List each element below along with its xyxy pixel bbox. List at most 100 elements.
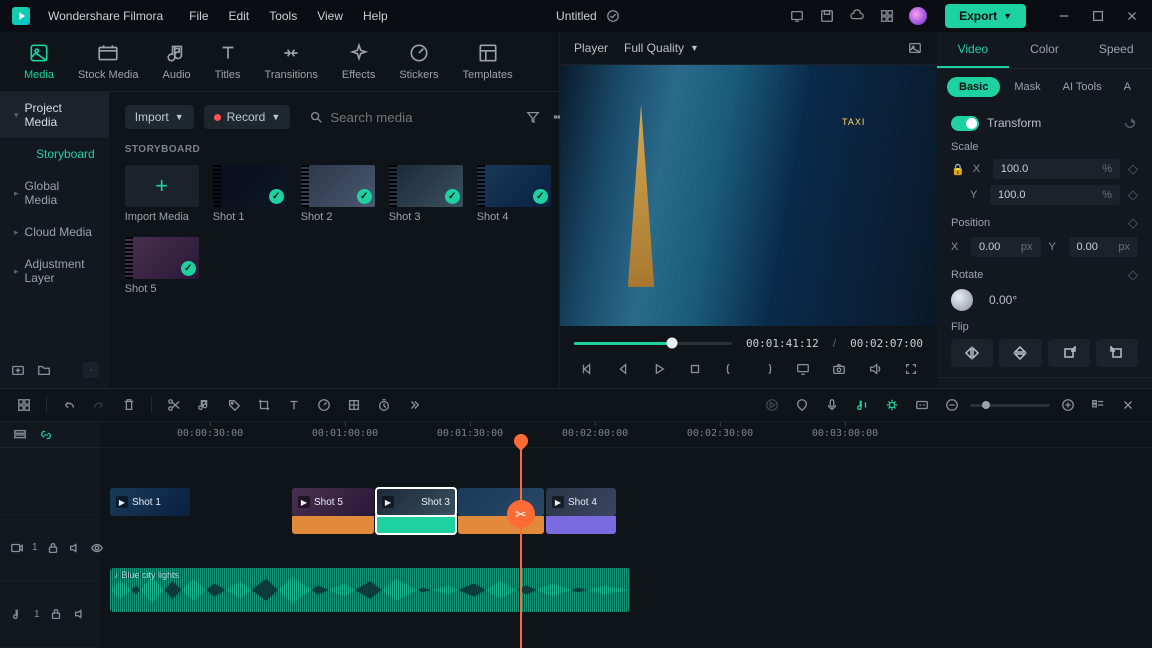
timeline-ruler[interactable]: 00:00:30:00 00:01:00:00 00:01:30:00 00:0… bbox=[100, 422, 1152, 448]
rotate-value[interactable]: 0.00° bbox=[989, 293, 1017, 307]
maximize-icon[interactable] bbox=[1090, 8, 1106, 24]
keyframe-icon[interactable]: ◇ bbox=[1128, 187, 1138, 203]
caption-icon[interactable] bbox=[914, 397, 930, 413]
clip-shot-1[interactable]: ▶Shot 1 bbox=[110, 488, 190, 516]
pos-y-input[interactable]: 0.00px bbox=[1069, 237, 1139, 257]
user-avatar[interactable] bbox=[909, 7, 927, 25]
play-icon[interactable] bbox=[650, 360, 668, 378]
more-tools-icon[interactable] bbox=[406, 397, 422, 413]
save-icon[interactable] bbox=[819, 8, 835, 24]
stop-icon[interactable] bbox=[686, 360, 704, 378]
scrub-bar[interactable] bbox=[574, 342, 732, 345]
layout-icon[interactable] bbox=[16, 397, 32, 413]
tab-titles[interactable]: Titles bbox=[215, 42, 241, 81]
text-icon[interactable] bbox=[286, 397, 302, 413]
tab-transitions[interactable]: Transitions bbox=[265, 42, 318, 81]
close-icon[interactable] bbox=[1124, 8, 1140, 24]
menu-help[interactable]: Help bbox=[363, 9, 388, 23]
shot-4[interactable]: Shot 4 bbox=[477, 165, 551, 223]
prev-frame-icon[interactable] bbox=[578, 360, 596, 378]
clip-shot-4[interactable]: ▶Shot 4 bbox=[546, 488, 616, 516]
filter-icon[interactable] bbox=[525, 109, 541, 125]
menu-view[interactable]: View bbox=[317, 9, 343, 23]
subtab-ai-tools[interactable]: AI Tools bbox=[1055, 77, 1110, 97]
quality-select[interactable]: Full Quality▼ bbox=[624, 41, 699, 55]
redo-icon[interactable] bbox=[91, 397, 107, 413]
camera-icon[interactable] bbox=[830, 360, 848, 378]
view-mode-icon[interactable] bbox=[1090, 397, 1106, 413]
delete-icon[interactable] bbox=[121, 397, 137, 413]
pos-x-input[interactable]: 0.00px bbox=[971, 237, 1041, 257]
new-folder-icon[interactable] bbox=[36, 362, 52, 378]
audio-clip[interactable]: ♪Blue city lights bbox=[110, 568, 630, 612]
shot-3[interactable]: Shot 3 bbox=[389, 165, 463, 223]
clip-shot-5[interactable]: ▶Shot 5 bbox=[292, 488, 374, 516]
subtab-basic[interactable]: Basic bbox=[947, 77, 1000, 97]
scale-x-input[interactable]: 100.0% bbox=[993, 159, 1120, 179]
flip-vertical-button[interactable] bbox=[999, 339, 1041, 367]
ai-icon[interactable] bbox=[884, 397, 900, 413]
play-backward-icon[interactable] bbox=[614, 360, 632, 378]
shot-5[interactable]: Shot 5 bbox=[125, 237, 199, 295]
search-input[interactable] bbox=[330, 110, 507, 125]
undo-icon[interactable] bbox=[61, 397, 77, 413]
sidebar-global-media[interactable]: ▸Global Media bbox=[0, 170, 109, 216]
color-icon[interactable] bbox=[346, 397, 362, 413]
tab-audio[interactable]: Audio bbox=[163, 42, 191, 81]
video-preview[interactable] bbox=[560, 65, 937, 326]
subtab-mask[interactable]: Mask bbox=[1006, 77, 1048, 97]
tab-video[interactable]: Video bbox=[937, 32, 1009, 68]
sidebar-adjustment-layer[interactable]: ▸Adjustment Layer bbox=[0, 248, 109, 294]
import-media-tile[interactable]: Import Media bbox=[125, 165, 199, 223]
grid-icon[interactable] bbox=[879, 8, 895, 24]
tab-color[interactable]: Color bbox=[1009, 32, 1081, 68]
cloud-upload-icon[interactable] bbox=[849, 8, 865, 24]
tab-media[interactable]: Media bbox=[24, 42, 54, 81]
zoom-out-icon[interactable] bbox=[944, 397, 960, 413]
volume-icon[interactable] bbox=[866, 360, 884, 378]
tab-stickers[interactable]: Stickers bbox=[399, 42, 438, 81]
rotate-dial[interactable] bbox=[951, 289, 973, 311]
timeline-tracks[interactable]: 00:00:30:00 00:01:00:00 00:01:30:00 00:0… bbox=[100, 422, 1152, 648]
minimize-icon[interactable] bbox=[1056, 8, 1072, 24]
zoom-in-icon[interactable] bbox=[1060, 397, 1076, 413]
menu-file[interactable]: File bbox=[189, 9, 208, 23]
lock-track-icon[interactable] bbox=[48, 606, 64, 622]
render-icon[interactable] bbox=[764, 397, 780, 413]
zoom-slider[interactable] bbox=[970, 404, 1050, 407]
collapse-sidebar-icon[interactable] bbox=[83, 362, 99, 378]
link-icon[interactable] bbox=[38, 427, 54, 443]
fit-icon[interactable] bbox=[1120, 397, 1136, 413]
voiceover-icon[interactable] bbox=[824, 397, 840, 413]
display-icon[interactable] bbox=[794, 360, 812, 378]
mute-track-icon[interactable] bbox=[68, 540, 82, 556]
fullscreen-icon[interactable] bbox=[902, 360, 920, 378]
keyframe-icon[interactable]: ◇ bbox=[1128, 267, 1138, 283]
tab-templates[interactable]: Templates bbox=[462, 42, 512, 81]
split-icon[interactable] bbox=[166, 397, 182, 413]
sidebar-project-media[interactable]: ▾Project Media bbox=[0, 92, 109, 138]
rotate-cw-button[interactable] bbox=[1048, 339, 1090, 367]
clip-shot-3[interactable]: ▶Shot 3 bbox=[376, 488, 456, 516]
tag-icon[interactable] bbox=[226, 397, 242, 413]
video-track-header[interactable]: 1 bbox=[0, 515, 100, 582]
subtab-more[interactable]: A bbox=[1116, 77, 1139, 97]
snapshot-icon[interactable] bbox=[907, 40, 923, 56]
reset-icon[interactable] bbox=[1122, 115, 1138, 131]
menu-edit[interactable]: Edit bbox=[229, 9, 250, 23]
audio-track-header[interactable]: 1 bbox=[0, 581, 100, 648]
playhead[interactable]: ✂ bbox=[520, 448, 522, 648]
record-button[interactable]: Record▼ bbox=[204, 105, 291, 129]
timer-icon[interactable] bbox=[376, 397, 392, 413]
import-button[interactable]: Import▼ bbox=[125, 105, 194, 129]
mute-track-icon[interactable] bbox=[72, 606, 88, 622]
speed-icon[interactable] bbox=[316, 397, 332, 413]
tab-effects[interactable]: Effects bbox=[342, 42, 375, 81]
flip-horizontal-button[interactable] bbox=[951, 339, 993, 367]
scrub-handle[interactable] bbox=[666, 338, 677, 349]
lock-icon[interactable]: 🔒 bbox=[951, 163, 965, 176]
sidebar-storyboard[interactable]: Storyboard bbox=[0, 138, 109, 170]
lock-track-icon[interactable] bbox=[46, 540, 60, 556]
export-button[interactable]: Export ▼ bbox=[945, 4, 1026, 28]
audio-mix-icon[interactable] bbox=[854, 397, 870, 413]
